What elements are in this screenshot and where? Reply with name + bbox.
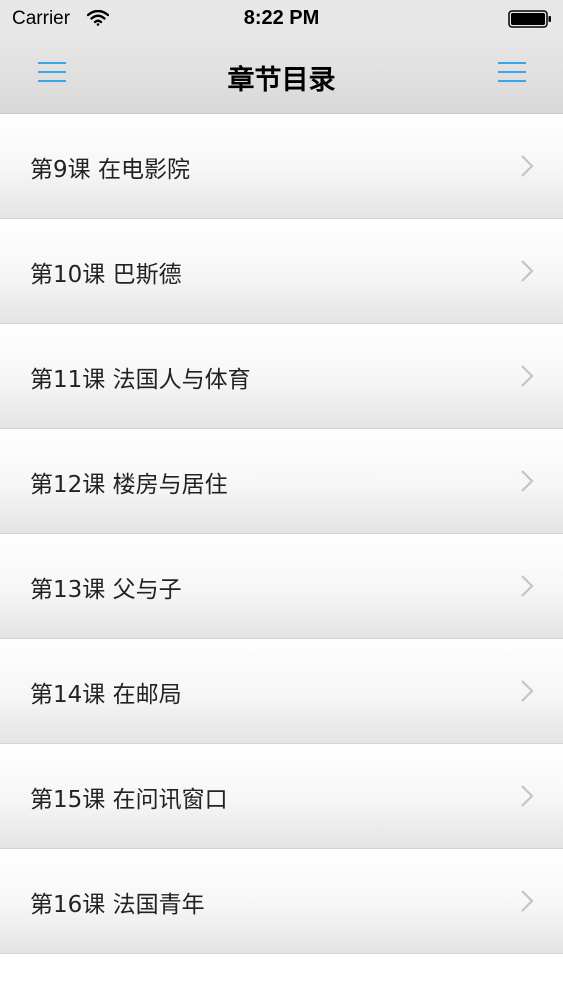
status-bar: Carrier 8:22 PM xyxy=(0,0,563,40)
chapter-label: 第11课 法国人与体育 xyxy=(30,367,251,393)
chapter-label: 第16课 法国青年 xyxy=(30,892,205,918)
chevron-right-icon xyxy=(521,575,534,597)
chapter-label: 第15课 在问讯窗口 xyxy=(30,787,228,813)
chapter-row[interactable]: 第14课 在邮局 xyxy=(0,639,563,744)
page-title: 章节目录 xyxy=(227,65,336,96)
chapter-row[interactable]: 第12课 楼房与居住 xyxy=(0,429,563,534)
chapter-label: 第10课 巴斯德 xyxy=(30,262,182,288)
chevron-right-icon xyxy=(521,680,534,702)
chapter-label: 第13课 父与子 xyxy=(30,577,182,603)
status-clock: 8:22 PM xyxy=(243,7,320,29)
chapter-label: 第12课 楼房与居住 xyxy=(30,472,228,498)
chapter-label: 第9课 在电影院 xyxy=(30,157,190,183)
chapter-row[interactable]: 第13课 父与子 xyxy=(0,534,563,639)
menu-icon-right[interactable] xyxy=(498,60,526,84)
chevron-right-icon xyxy=(521,365,534,387)
chapter-row[interactable]: 第9课 在电影院 xyxy=(0,114,563,219)
chevron-right-icon xyxy=(521,890,534,912)
navigation-bar: 章节目录 xyxy=(0,40,563,114)
chevron-right-icon xyxy=(521,260,534,282)
chevron-right-icon xyxy=(521,785,534,807)
chapter-row[interactable]: 第10课 巴斯德 xyxy=(0,219,563,324)
chapter-list: 第9课 在电影院 第10课 巴斯德 第11课 法国人与体育 第12课 楼房与居住… xyxy=(0,114,563,954)
chapter-row[interactable]: 第11课 法国人与体育 xyxy=(0,324,563,429)
chapter-label: 第14课 在邮局 xyxy=(30,682,182,708)
battery-icon xyxy=(508,10,551,28)
screen: Carrier 8:22 PM 章节目录 第9课 在电影院 第10课 巴斯德 第… xyxy=(0,0,563,1000)
chapter-row[interactable]: 第15课 在问讯窗口 xyxy=(0,744,563,849)
chapter-row[interactable]: 第16课 法国青年 xyxy=(0,849,563,954)
chevron-right-icon xyxy=(521,155,534,177)
chevron-right-icon xyxy=(521,470,534,492)
